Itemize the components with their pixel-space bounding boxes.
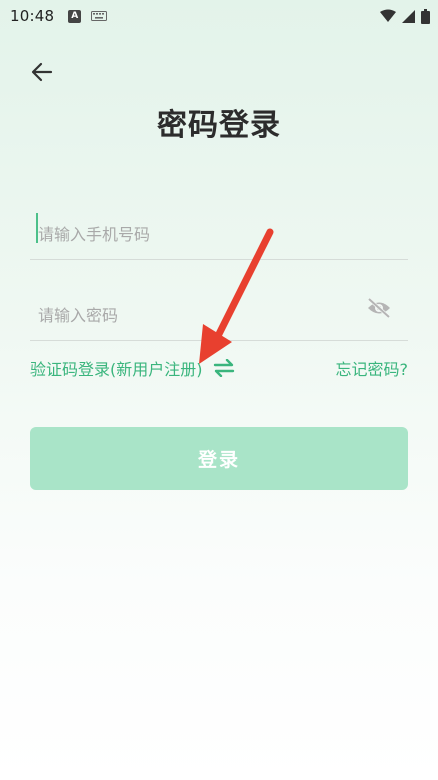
forgot-password-link[interactable]: 忘记密码? xyxy=(336,356,409,380)
status-time: 10:48 xyxy=(10,7,55,25)
battery-icon xyxy=(421,8,430,24)
wifi-icon xyxy=(380,9,396,22)
phone-field[interactable] xyxy=(30,210,408,260)
links-row: 验证码登录(新用户注册) 忘记密码? xyxy=(30,354,408,382)
signal-icon xyxy=(402,9,415,23)
back-button[interactable] xyxy=(28,58,56,86)
page-title: 密码登录 xyxy=(157,108,281,143)
password-visibility-toggle[interactable] xyxy=(366,297,392,319)
sms-login-label: 验证码登录(新用户注册) xyxy=(30,360,203,379)
text-cursor xyxy=(36,213,38,243)
swap-arrows-icon xyxy=(213,359,234,377)
keyboard-icon xyxy=(91,11,108,21)
status-bar: 10:48 A xyxy=(0,0,438,32)
a-notification-icon: A xyxy=(68,9,82,23)
status-icons xyxy=(380,0,430,32)
password-input[interactable] xyxy=(30,291,408,340)
arrow-left-icon xyxy=(31,62,53,82)
phone-input[interactable] xyxy=(30,210,408,259)
password-field[interactable] xyxy=(30,291,408,341)
login-button[interactable]: 登录 xyxy=(30,427,408,490)
eye-off-icon xyxy=(367,297,391,319)
sms-login-link[interactable]: 验证码登录(新用户注册) xyxy=(30,356,235,380)
